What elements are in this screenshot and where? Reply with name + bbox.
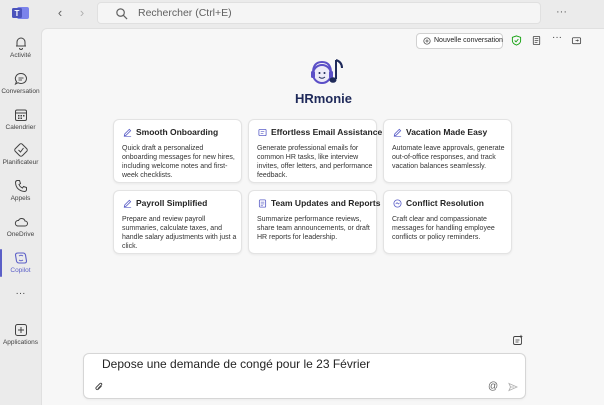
card-title: Conflict Resolution	[406, 198, 484, 208]
notes-icon[interactable]	[531, 35, 542, 46]
search-placeholder: Rechercher (Ctrl+E)	[138, 7, 232, 19]
card-smooth-onboarding[interactable]: Smooth Onboarding Quick draft a personal…	[113, 119, 242, 183]
card-conflict-resolution[interactable]: Conflict Resolution Craft clear and comp…	[383, 190, 512, 254]
pen-icon	[393, 128, 402, 137]
email-icon	[258, 128, 267, 137]
rail-label: OneDrive	[6, 231, 35, 238]
chat-icon	[14, 72, 27, 86]
shield-check-icon[interactable]	[511, 35, 522, 46]
new-conversation-label: Nouvelle conversation	[434, 37, 503, 44]
card-description: Craft clear and compassionate messages f…	[392, 216, 495, 241]
phone-icon	[14, 180, 27, 193]
rail-item-appels[interactable]: Appels	[0, 175, 41, 209]
card-description: Automate leave approvals, generate out-o…	[392, 145, 505, 170]
copilot-icon	[14, 252, 27, 264]
handshake-icon	[393, 199, 402, 208]
teams-logo-icon[interactable]: T	[12, 5, 30, 21]
card-title: Team Updates and Reports	[271, 198, 381, 208]
svg-text:T: T	[15, 9, 20, 18]
pen-icon	[123, 128, 132, 137]
popout-icon[interactable]	[571, 35, 582, 46]
back-arrow-icon[interactable]: ‹	[53, 6, 67, 20]
card-vacation-made-easy[interactable]: Vacation Made Easy Automate leave approv…	[383, 119, 512, 183]
prompt-gallery-icon[interactable]	[512, 334, 524, 346]
rail-item-conversation[interactable]: Conversation	[0, 68, 41, 102]
calendar-icon	[14, 109, 27, 121]
rail-item-planificateur[interactable]: Planificateur	[0, 139, 41, 173]
card-description: Generate professional emails for common …	[257, 145, 373, 179]
rail-item-onedrive[interactable]: OneDrive	[0, 211, 41, 245]
more-actions-icon[interactable]: ···	[552, 32, 562, 43]
search-icon	[116, 8, 128, 20]
document-icon	[258, 199, 267, 208]
card-title: Effortless Email Assistance	[271, 127, 383, 137]
card-description: Prepare and review payroll summaries, ca…	[122, 216, 237, 250]
rail-item-copilot[interactable]: Copilot	[0, 247, 41, 281]
card-description: Quick draft a personalized onboarding me…	[122, 145, 235, 179]
card-title: Payroll Simplified	[136, 198, 208, 208]
card-team-updates-and-reports[interactable]: Team Updates and Reports Summarize perfo…	[248, 190, 381, 254]
forward-arrow-icon[interactable]: ›	[75, 6, 89, 20]
new-chat-icon	[423, 37, 431, 45]
app-name: HRmonie	[294, 91, 353, 106]
pen-icon	[123, 199, 132, 208]
rail-item-activite[interactable]: Activité	[0, 32, 41, 66]
rail-item-more[interactable]: ···	[0, 284, 41, 318]
send-icon[interactable]	[508, 382, 518, 392]
rail-label: Planificateur	[2, 159, 39, 166]
message-input[interactable]: Depose une demande de congé pour le 23 F…	[102, 357, 370, 371]
card-payroll-simplified[interactable]: Payroll Simplified Prepare and review pa…	[113, 190, 242, 254]
planner-icon	[13, 143, 28, 157]
rail-label: Applications	[2, 339, 39, 346]
message-composer[interactable]: Depose une demande de congé pour le 23 F…	[83, 353, 526, 399]
search-input[interactable]: Rechercher (Ctrl+E)	[97, 2, 541, 24]
card-effortless-email-assistance[interactable]: Effortless Email Assistance Generate pro…	[248, 119, 382, 183]
rail-label: Appels	[10, 195, 31, 202]
rail-label: Activité	[10, 52, 31, 59]
left-rail: Activité Conversation Calendrier Planifi…	[0, 28, 41, 405]
cloud-icon	[14, 218, 28, 227]
mention-icon[interactable]: @	[488, 381, 498, 392]
hrmonie-logo-icon	[311, 59, 343, 84]
rail-label: Copilot	[10, 267, 31, 274]
more-options-icon[interactable]: ···	[556, 6, 567, 18]
card-title: Smooth Onboarding	[136, 127, 219, 137]
apps-icon	[14, 324, 27, 336]
rail-label: Calendrier	[5, 124, 36, 131]
rail-item-calendrier[interactable]: Calendrier	[0, 104, 41, 138]
card-title: Vacation Made Easy	[406, 127, 488, 137]
main-panel: Nouvelle conversation ··· HRmonie Smooth…	[41, 28, 604, 405]
card-description: Summarize performance reviews, share tea…	[257, 216, 370, 241]
top-bar: T ‹ › Rechercher (Ctrl+E) ···	[0, 0, 604, 28]
rail-label: Conversation	[1, 88, 40, 95]
attach-icon[interactable]	[94, 382, 104, 392]
bell-icon	[15, 37, 26, 50]
new-conversation-button[interactable]: Nouvelle conversation	[416, 33, 503, 49]
more-icon: ···	[15, 288, 26, 299]
active-indicator	[0, 249, 2, 277]
rail-item-applications[interactable]: Applications	[0, 319, 41, 353]
